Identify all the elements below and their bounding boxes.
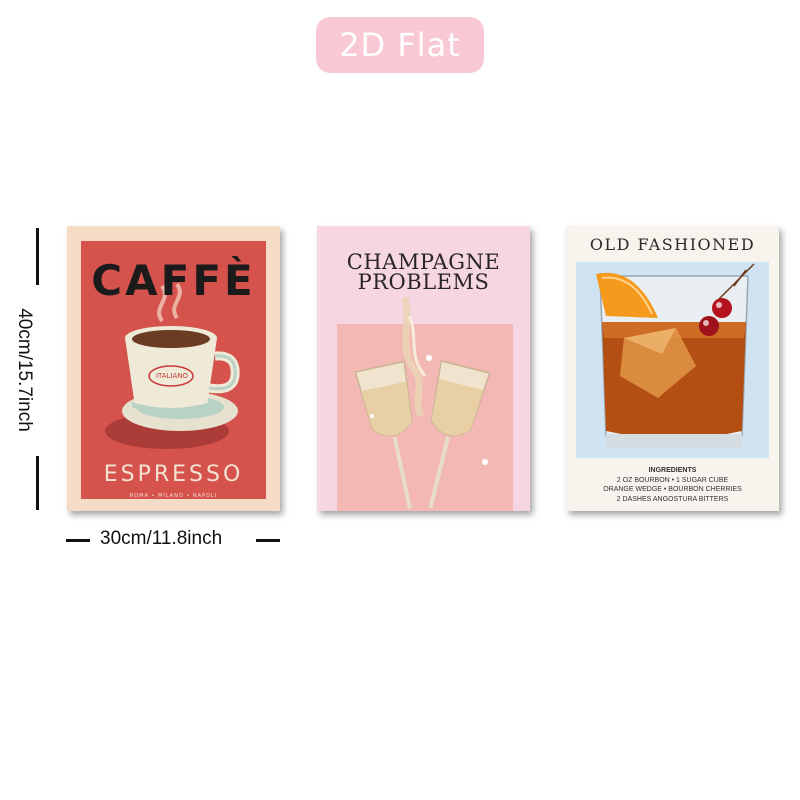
width-marker-left [66, 539, 90, 542]
style-badge: 2D Flat [316, 17, 484, 73]
height-marker-top [36, 228, 39, 285]
poster-caffe-title: CAFFÈ [91, 256, 256, 305]
height-marker-bottom [36, 456, 39, 510]
poster-champagne-title-line2: PROBLEMS [357, 270, 490, 294]
ingredient-line: ORANGE WEDGE • BOURBON CHERRIES [603, 486, 742, 493]
ingredients-heading: INGREDIENTS [648, 467, 697, 474]
poster-caffe-cities: ROMA • MILANO • NAPOLI [129, 493, 218, 499]
ingredient-line: 2 OZ BOURBON • 1 SUGAR CUBE [616, 476, 729, 484]
ingredients-list: INGREDIENTS 2 OZ BOURBON • 1 SUGAR CUBE … [566, 466, 779, 504]
ingredient-line: 2 DASHES ANGOSTURA BITTERS [616, 495, 729, 503]
poster-champagne-title: CHAMPAGNE PROBLEMS [317, 250, 530, 294]
poster-champagne: CHAMPAGNE PROBLEMS [317, 226, 530, 511]
poster-old-fashioned-title: OLD FASHIONED [589, 235, 756, 254]
poster-caffe-subtitle: ESPRESSO [103, 462, 244, 487]
width-label: 30cm/11.8inch [100, 528, 223, 549]
width-marker-right [256, 539, 280, 542]
poster-caffe: CAFFÈ ITALIANO ESPRESSO ROMA • MILANO • … [67, 226, 280, 511]
poster-champagne-title-line1: CHAMPAGNE [346, 250, 501, 274]
cup-label: ITALIANO [155, 372, 189, 380]
poster-old-fashioned: OLD FASHIONED INGREDIENTS 2 OZ BOURBON •… [566, 226, 779, 511]
